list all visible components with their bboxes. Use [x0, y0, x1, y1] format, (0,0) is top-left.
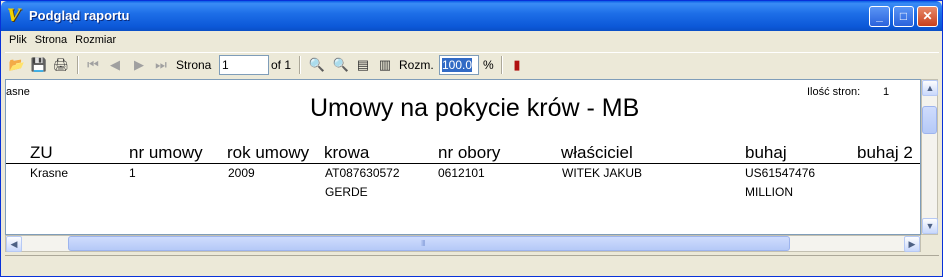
cell-rok-umowy: 2009: [228, 166, 255, 180]
menu-strona[interactable]: Strona: [31, 31, 71, 46]
column-header-rok-umowy: rok umowy: [227, 143, 310, 162]
next-page-icon[interactable]: ▶: [129, 55, 149, 75]
header-divider: [6, 163, 920, 164]
whole-page-icon[interactable]: ▥: [375, 55, 395, 75]
scroll-left-button[interactable]: ◀: [6, 236, 22, 252]
zoom-label: Rozm.: [399, 58, 434, 72]
maximize-button[interactable]: □: [893, 6, 914, 27]
window-title: Podgląd raportu: [29, 8, 130, 23]
page-number-input[interactable]: [219, 55, 269, 75]
toolbar: 📂 💾 🖨 ⏮ ◀ ▶ ⏭ Strona of 1 🔍 🔍 ▤ ▥ Rozm. …: [5, 52, 939, 78]
cell-wlasciciel: WITEK JAKUB: [562, 166, 643, 180]
scroll-grip: III: [421, 239, 426, 248]
cell-krowa: AT087630572: [325, 166, 400, 180]
column-header-nr-obory: nr obory: [438, 143, 501, 162]
app-icon: V: [7, 6, 21, 26]
zoom-in-icon[interactable]: 🔍: [307, 55, 327, 75]
zoom-value: 100.0: [442, 58, 473, 72]
menu-bar: Plik Strona Rozmiar: [5, 31, 939, 51]
exit-icon[interactable]: ▮: [507, 55, 527, 75]
report-viewport[interactable]: asne Ilość stron: 1 Umowy na pokycie kró…: [5, 79, 921, 235]
column-header-krowa: krowa: [324, 143, 370, 162]
report-preview-window: V Podgląd raportu _ □ ✕ Plik Strona Rozmia…: [0, 0, 943, 277]
vertical-scroll-thumb[interactable]: [922, 106, 937, 134]
horizontal-scroll-thumb[interactable]: III: [68, 236, 790, 251]
cell-nr-obory: 0612101: [438, 166, 485, 180]
zoom-unit: %: [483, 58, 494, 72]
close-button[interactable]: ✕: [917, 6, 938, 27]
cell-zu: Krasne: [30, 166, 69, 180]
cell-buhaj-name: MILLION: [745, 185, 794, 199]
menu-rozmiar[interactable]: Rozmiar: [71, 31, 120, 46]
report-title: Umowy na pokycie krów - MB: [310, 94, 640, 122]
last-page-icon[interactable]: ⏭: [151, 55, 171, 75]
print-icon[interactable]: 🖨: [51, 55, 71, 75]
vertical-scrollbar[interactable]: ▲ ▼: [921, 79, 938, 235]
menu-plik[interactable]: Plik: [5, 31, 31, 46]
page-count-value: 1: [883, 86, 890, 98]
column-header-buhaj-2: buhaj 2: [857, 143, 913, 162]
title-bar[interactable]: V Podgląd raportu _ □ ✕: [1, 1, 942, 31]
toolbar-separator: [299, 56, 301, 74]
minimize-button[interactable]: _: [869, 6, 890, 27]
status-bar: [5, 255, 939, 275]
column-header-wlasciciel: właściciel: [561, 143, 633, 162]
toolbar-separator: [77, 56, 79, 74]
cell-nr-umowy: 1: [129, 166, 136, 180]
page-of-label: of 1: [271, 58, 292, 72]
horizontal-scrollbar[interactable]: ◀ III ▶: [5, 235, 921, 252]
scroll-down-button[interactable]: ▼: [922, 218, 938, 234]
column-header-zu: ZU: [30, 143, 53, 162]
zoom-input[interactable]: 100.0: [439, 55, 479, 75]
page-width-icon[interactable]: ▤: [353, 55, 373, 75]
scrollbar-corner: [921, 235, 938, 252]
scroll-right-button[interactable]: ▶: [904, 236, 920, 252]
open-icon[interactable]: 📂: [7, 55, 27, 75]
page-label: Strona: [176, 58, 212, 72]
toolbar-separator: [501, 56, 503, 74]
cell-krowa-name: GERDE: [325, 185, 368, 199]
zoom-out-icon[interactable]: 🔍: [331, 55, 351, 75]
column-header-nr-umowy: nr umowy: [129, 143, 203, 162]
save-icon[interactable]: 💾: [29, 55, 49, 75]
first-page-icon[interactable]: ⏮: [83, 55, 103, 75]
page-count-label: Ilość stron:: [807, 86, 861, 98]
report-corner-text: asne: [6, 86, 30, 98]
scroll-up-button[interactable]: ▲: [922, 80, 938, 96]
previous-page-icon[interactable]: ◀: [105, 55, 125, 75]
column-header-buhaj: buhaj: [745, 143, 787, 162]
cell-buhaj: US61547476: [745, 166, 816, 180]
report-page: asne Ilość stron: 1 Umowy na pokycie kró…: [6, 80, 920, 234]
